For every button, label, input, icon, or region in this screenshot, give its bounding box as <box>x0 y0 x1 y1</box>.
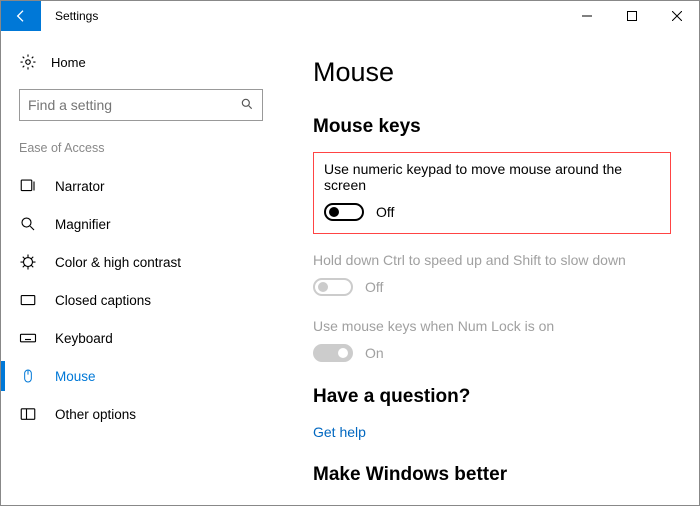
sidebar-item-label: Keyboard <box>55 331 113 346</box>
captions-icon <box>19 291 37 309</box>
magnifier-icon <box>19 215 37 233</box>
setting-label: Hold down Ctrl to speed up and Shift to … <box>313 252 671 268</box>
section-mouse-keys: Mouse keys Use numeric keypad to move mo… <box>313 116 671 362</box>
toggle-numeric-keypad[interactable] <box>324 203 364 221</box>
sidebar-item-label: Narrator <box>55 179 105 194</box>
sidebar-item-closed-captions[interactable]: Closed captions <box>1 281 271 319</box>
toggle-state: Off <box>376 204 394 220</box>
search-icon <box>240 97 254 114</box>
search-input[interactable] <box>19 89 263 121</box>
help-link[interactable]: Get help <box>313 424 366 440</box>
sidebar-item-mouse[interactable]: Mouse <box>1 357 271 395</box>
feedback-title: Make Windows better <box>313 464 671 486</box>
sidebar-item-magnifier[interactable]: Magnifier <box>1 205 271 243</box>
feedback-link[interactable]: Give us feedback <box>313 502 421 505</box>
sidebar-item-label: Closed captions <box>55 293 151 308</box>
sidebar-item-label: Mouse <box>55 369 96 384</box>
question-title: Have a question? <box>313 386 671 408</box>
sidebar-item-other-options[interactable]: Other options <box>1 395 271 433</box>
section-title: Mouse keys <box>313 116 671 138</box>
sidebar-item-label: Other options <box>55 407 136 422</box>
content-area: Home Ease of Access Narrator Magnifier <box>1 31 699 505</box>
sidebar-item-narrator[interactable]: Narrator <box>1 167 271 205</box>
highlighted-setting: Use numeric keypad to move mouse around … <box>313 152 671 234</box>
minimize-button[interactable] <box>564 1 609 31</box>
search-field[interactable] <box>28 97 231 113</box>
sidebar-item-color-contrast[interactable]: Color & high contrast <box>1 243 271 281</box>
sidebar-item-label: Magnifier <box>55 217 111 232</box>
maximize-button[interactable] <box>609 1 654 31</box>
toggle-state: On <box>365 345 384 361</box>
section-feedback: Make Windows better Give us feedback <box>313 464 671 505</box>
setting-ctrl-shift: Hold down Ctrl to speed up and Shift to … <box>313 252 671 296</box>
setting-label: Use numeric keypad to move mouse around … <box>324 161 660 193</box>
sidebar-item-label: Color & high contrast <box>55 255 181 270</box>
contrast-icon <box>19 253 37 271</box>
narrator-icon <box>19 177 37 195</box>
toggle-ctrl-shift <box>313 278 353 296</box>
window-title: Settings <box>55 9 98 23</box>
mouse-icon <box>19 367 37 385</box>
toggle-numlock <box>313 344 353 362</box>
section-question: Have a question? Get help <box>313 386 671 440</box>
home-nav[interactable]: Home <box>19 49 271 89</box>
page-title: Mouse <box>313 57 671 88</box>
setting-numlock: Use mouse keys when Num Lock is on On <box>313 318 671 362</box>
close-button[interactable] <box>654 1 699 31</box>
toggle-state: Off <box>365 279 383 295</box>
window-controls <box>564 1 699 31</box>
titlebar: Settings <box>1 1 699 31</box>
category-label: Ease of Access <box>19 141 271 155</box>
back-button[interactable] <box>1 1 41 31</box>
home-label: Home <box>51 55 86 70</box>
sidebar: Home Ease of Access Narrator Magnifier <box>1 31 281 505</box>
main-panel: Mouse Mouse keys Use numeric keypad to m… <box>281 31 699 505</box>
gear-icon <box>19 53 37 71</box>
sidebar-item-keyboard[interactable]: Keyboard <box>1 319 271 357</box>
setting-label: Use mouse keys when Num Lock is on <box>313 318 671 334</box>
other-icon <box>19 405 37 423</box>
keyboard-icon <box>19 329 37 347</box>
